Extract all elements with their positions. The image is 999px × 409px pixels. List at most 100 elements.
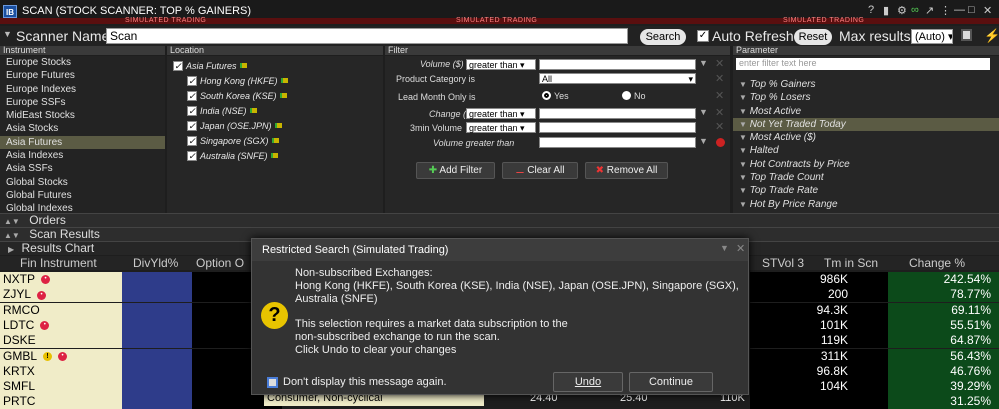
remove-filter-icon[interactable]: ✕ [715,57,724,70]
instrument-item[interactable]: Asia SSFs [0,162,165,175]
filter-funnel-icon[interactable]: ▼ [699,136,708,146]
parameter-filter-input[interactable]: enter filter text here [736,58,990,70]
remove-filter-icon[interactable]: ✕ [715,106,724,119]
parameter-item[interactable]: ▼ Halted [733,144,999,157]
location-parent[interactable]: ✓ Asia Futures [167,58,383,73]
location-item[interactable]: ✓ Hong Kong (HKFE) [167,73,383,88]
instrument-item[interactable]: Europe Stocks [0,56,165,69]
more-icon[interactable]: ⋮ [940,4,951,17]
search-button[interactable]: Search [640,29,686,45]
parameter-item[interactable]: ▼ Most Active [733,105,999,118]
lock-icon[interactable]: ▮ [883,4,889,17]
filter-funnel-icon[interactable]: ▼ [699,58,708,68]
expand-arrows-icon[interactable]: ▲▼ [0,231,20,240]
instrument-item[interactable]: Europe SSFs [0,96,165,109]
maximize-icon[interactable]: □ [968,4,975,16]
symbol-text: SMFL [3,379,36,394]
parameter-item[interactable]: ▼ Top % Gainers [733,78,999,91]
symbol-text: DSKE [3,333,36,348]
dialog-line-1: Non-subscribed Exchanges: [295,267,433,279]
lightning-icon[interactable]: ⚡ [984,28,999,44]
pin-icon[interactable]: ↗ [925,4,934,17]
product-category-select[interactable]: All ▾ [539,73,696,84]
close-icon[interactable]: ✕ [983,4,992,17]
max-results-label: Max results [839,28,911,44]
parameter-item-selected[interactable]: ▼ Not Yet Traded Today [733,117,999,132]
location-checkbox[interactable]: ✓ [187,120,197,131]
parameter-item[interactable]: ▼ Hot Contracts by Price [733,158,999,171]
instrument-item[interactable]: Europe Indexes [0,83,165,96]
instrument-item[interactable]: Asia Stocks [0,122,165,135]
auto-refresh-checkbox[interactable]: ✓ [697,30,709,42]
undo-button[interactable]: Undo [553,372,623,392]
location-checkbox[interactable]: ✓ [187,75,197,86]
parameter-item[interactable]: ▼ Top Trade Rate [733,184,999,197]
dont-show-checkbox[interactable] [267,377,278,388]
remove-filter-red-icon[interactable] [716,138,725,147]
alert-dot-icon: • [37,290,47,300]
max-results-select[interactable]: (Auto) ▾ [911,29,953,44]
location-item[interactable]: ✓ South Korea (KSE) [167,88,383,103]
filter-value-input[interactable] [539,137,696,148]
save-icon[interactable] [961,29,972,41]
parameter-item[interactable]: ▼ Top Trade Count [733,171,999,184]
location-item[interactable]: ✓ Japan (OSE.JPN) [167,118,383,133]
instrument-item[interactable]: Europe Futures [0,69,165,82]
flag-icon [279,93,287,98]
table-row[interactable]: PRTC00:3331.25% [0,394,999,409]
dialog-menu-icon[interactable]: ▼ [720,243,729,253]
clear-all-button[interactable]: ⚊ Clear All [502,162,578,179]
col-divyld[interactable]: DivYld% [133,256,178,270]
gear-icon[interactable]: ⚙ [897,4,907,17]
expand-arrows-icon[interactable]: ▲▼ [0,217,20,226]
dialog-close-icon[interactable]: ✕ [736,242,745,255]
parameter-item[interactable]: ▼ Most Active ($) [733,131,999,144]
reset-button[interactable]: Reset [794,29,832,45]
filter-value-input[interactable] [539,122,696,133]
location-item[interactable]: ✓ India (NSE) [167,103,383,118]
location-checkbox[interactable]: ✓ [187,105,197,116]
col-tm-in-scn[interactable]: Tm in Scn [824,256,878,270]
location-checkbox[interactable]: ✓ [187,90,197,101]
flag-icon [280,78,288,83]
filter-value-input[interactable] [539,59,696,70]
instrument-item[interactable]: Global Futures [0,189,165,202]
instrument-item[interactable]: Global Stocks [0,176,165,189]
location-item[interactable]: ✓ Australia (SNFE) [167,148,383,163]
instrument-item[interactable]: MidEast Stocks [0,109,165,122]
expand-arrow-icon[interactable]: ▶ [0,245,14,254]
col-change[interactable]: Change % [909,256,965,270]
location-checkbox[interactable]: ✓ [187,150,197,161]
orders-section[interactable]: ▲▼ Orders [0,213,999,227]
col-option[interactable]: Option O [196,256,244,270]
instrument-list: Europe Stocks Europe Futures Europe Inde… [0,56,165,214]
no-radio[interactable] [622,91,631,100]
funnel-icon: ▼ [739,199,747,209]
minimize-icon[interactable]: — [954,4,965,16]
yes-radio[interactable] [542,91,551,100]
location-checkbox[interactable]: ✓ [187,135,197,146]
add-filter-button[interactable]: ✚ Add Filter [416,162,495,179]
instrument-item[interactable]: Asia Indexes [0,149,165,162]
remove-all-button[interactable]: ✖ Remove All [585,162,668,179]
filter-operator-select[interactable]: greater than ▾ [466,59,536,70]
scanner-name-input[interactable]: Scan [106,28,628,44]
continue-button[interactable]: Continue [629,372,713,392]
remove-filter-icon[interactable]: ✕ [715,120,724,133]
remove-filter-icon[interactable]: ✕ [715,72,724,85]
collapse-icon[interactable]: ▼ [3,29,12,39]
col-stvol[interactable]: STVol 3 [762,256,804,270]
link-icon[interactable]: ∞ [911,4,919,16]
parameter-item[interactable]: ▼ Hot By Price Range [733,198,999,211]
parameter-item[interactable]: ▼ Top % Losers [733,91,999,104]
filter-funnel-icon[interactable]: ▼ [699,107,708,117]
col-instrument[interactable]: Fin Instrument [20,256,97,270]
location-item[interactable]: ✓ Singapore (SGX) [167,133,383,148]
remove-filter-icon[interactable]: ✕ [715,89,724,102]
filter-operator-select[interactable]: greater than ▾ [466,122,536,133]
instrument-item-selected[interactable]: Asia Futures [0,135,165,150]
help-icon[interactable]: ? [868,4,874,16]
filter-operator-select[interactable]: greater than ▾ [466,108,536,119]
location-parent-checkbox[interactable]: ✓ [173,60,183,71]
filter-value-input[interactable] [539,108,696,119]
